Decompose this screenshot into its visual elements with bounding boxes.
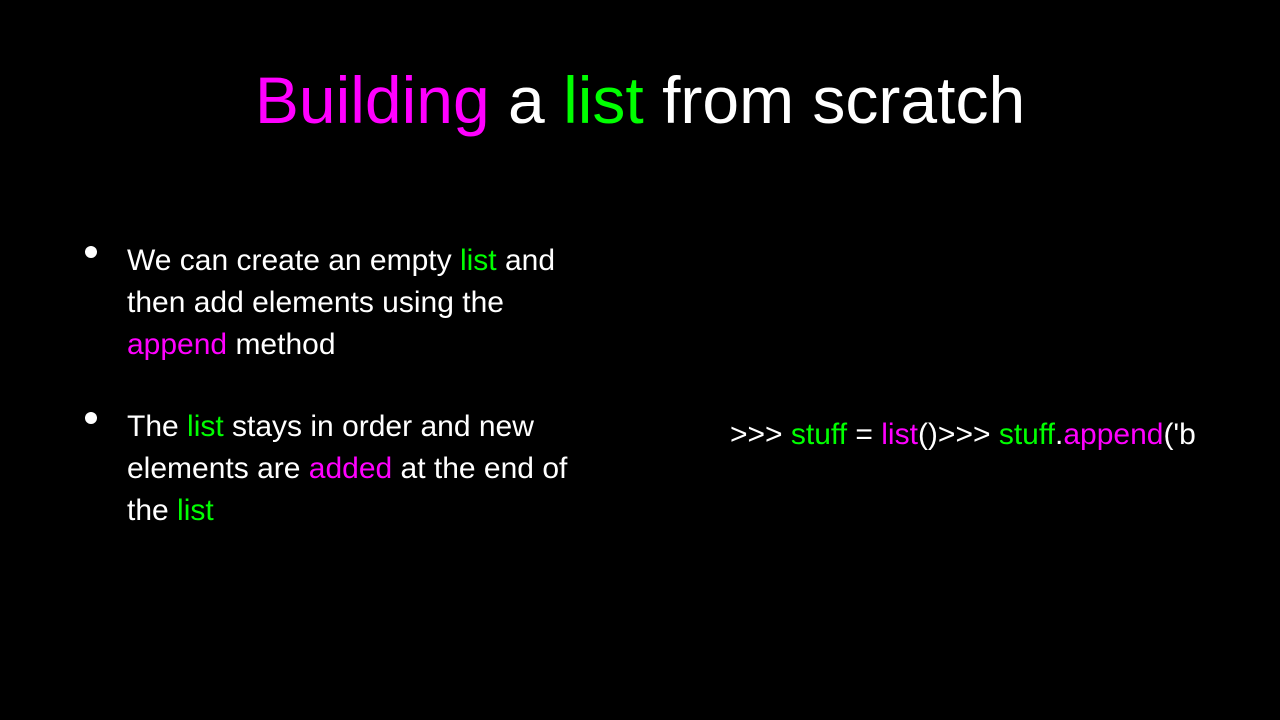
slide: Building a list from scratch We can crea…: [0, 0, 1280, 720]
title-word-rest: from scratch: [644, 63, 1025, 137]
bullet-text-2: The list stays in order and new elements…: [127, 406, 575, 532]
title-word-a: a: [490, 63, 563, 137]
list-item: The list stays in order and new elements…: [85, 406, 575, 532]
code-example: >>> stuff = list()>>> stuff.append('b: [730, 418, 1196, 452]
bullet-list: We can create an empty list and then add…: [85, 240, 575, 572]
bullet-icon: [85, 246, 97, 258]
bullet-icon: [85, 412, 97, 424]
bullet-text-1: We can create an empty list and then add…: [127, 240, 575, 366]
slide-title: Building a list from scratch: [0, 62, 1280, 138]
title-word-building: Building: [255, 63, 490, 137]
title-word-list: list: [563, 63, 644, 137]
list-item: We can create an empty list and then add…: [85, 240, 575, 366]
